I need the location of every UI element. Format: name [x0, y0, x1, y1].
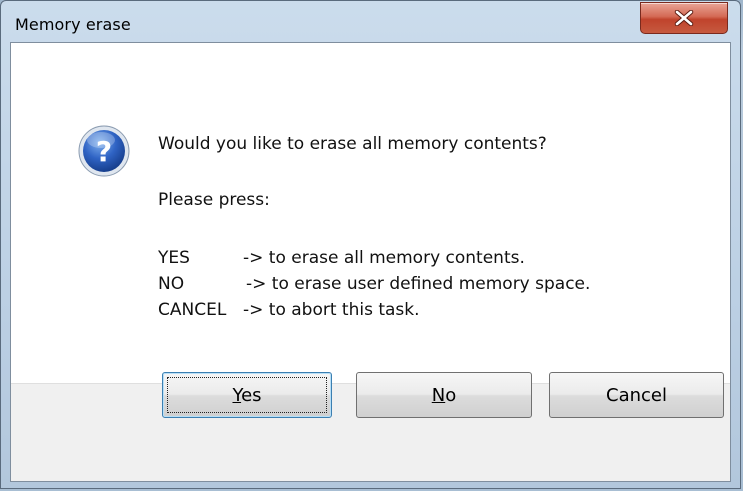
- option-desc-yes: -> to erase all memory contents.: [243, 248, 525, 268]
- yes-button[interactable]: Yes: [162, 372, 332, 418]
- no-button-label: No: [431, 384, 457, 406]
- close-icon: [674, 10, 694, 26]
- option-key-cancel: CANCEL: [158, 300, 227, 320]
- option-key-yes: YES: [158, 248, 190, 268]
- question-icon: ?: [78, 125, 130, 177]
- no-button[interactable]: No: [356, 372, 532, 418]
- option-desc-no: -> to erase user defined memory space.: [246, 274, 591, 294]
- option-key-no: NO: [158, 274, 185, 294]
- option-desc-cancel: -> to abort this task.: [243, 300, 420, 320]
- svg-text:?: ?: [96, 135, 112, 168]
- cancel-button-label: Cancel: [606, 384, 667, 406]
- cancel-button[interactable]: Cancel: [549, 372, 724, 418]
- message-area: ? Would you like to erase all memory con…: [11, 43, 730, 383]
- dialog-window: Memory erase ? Would you like to erase a…: [0, 0, 741, 489]
- close-button[interactable]: [640, 2, 728, 34]
- focus-rectangle: [167, 377, 327, 413]
- instruction-text: Please press:: [158, 190, 270, 210]
- window-title: Memory erase: [15, 15, 131, 34]
- title-bar[interactable]: Memory erase: [1, 1, 740, 41]
- question-text: Would you like to erase all memory conte…: [158, 134, 547, 154]
